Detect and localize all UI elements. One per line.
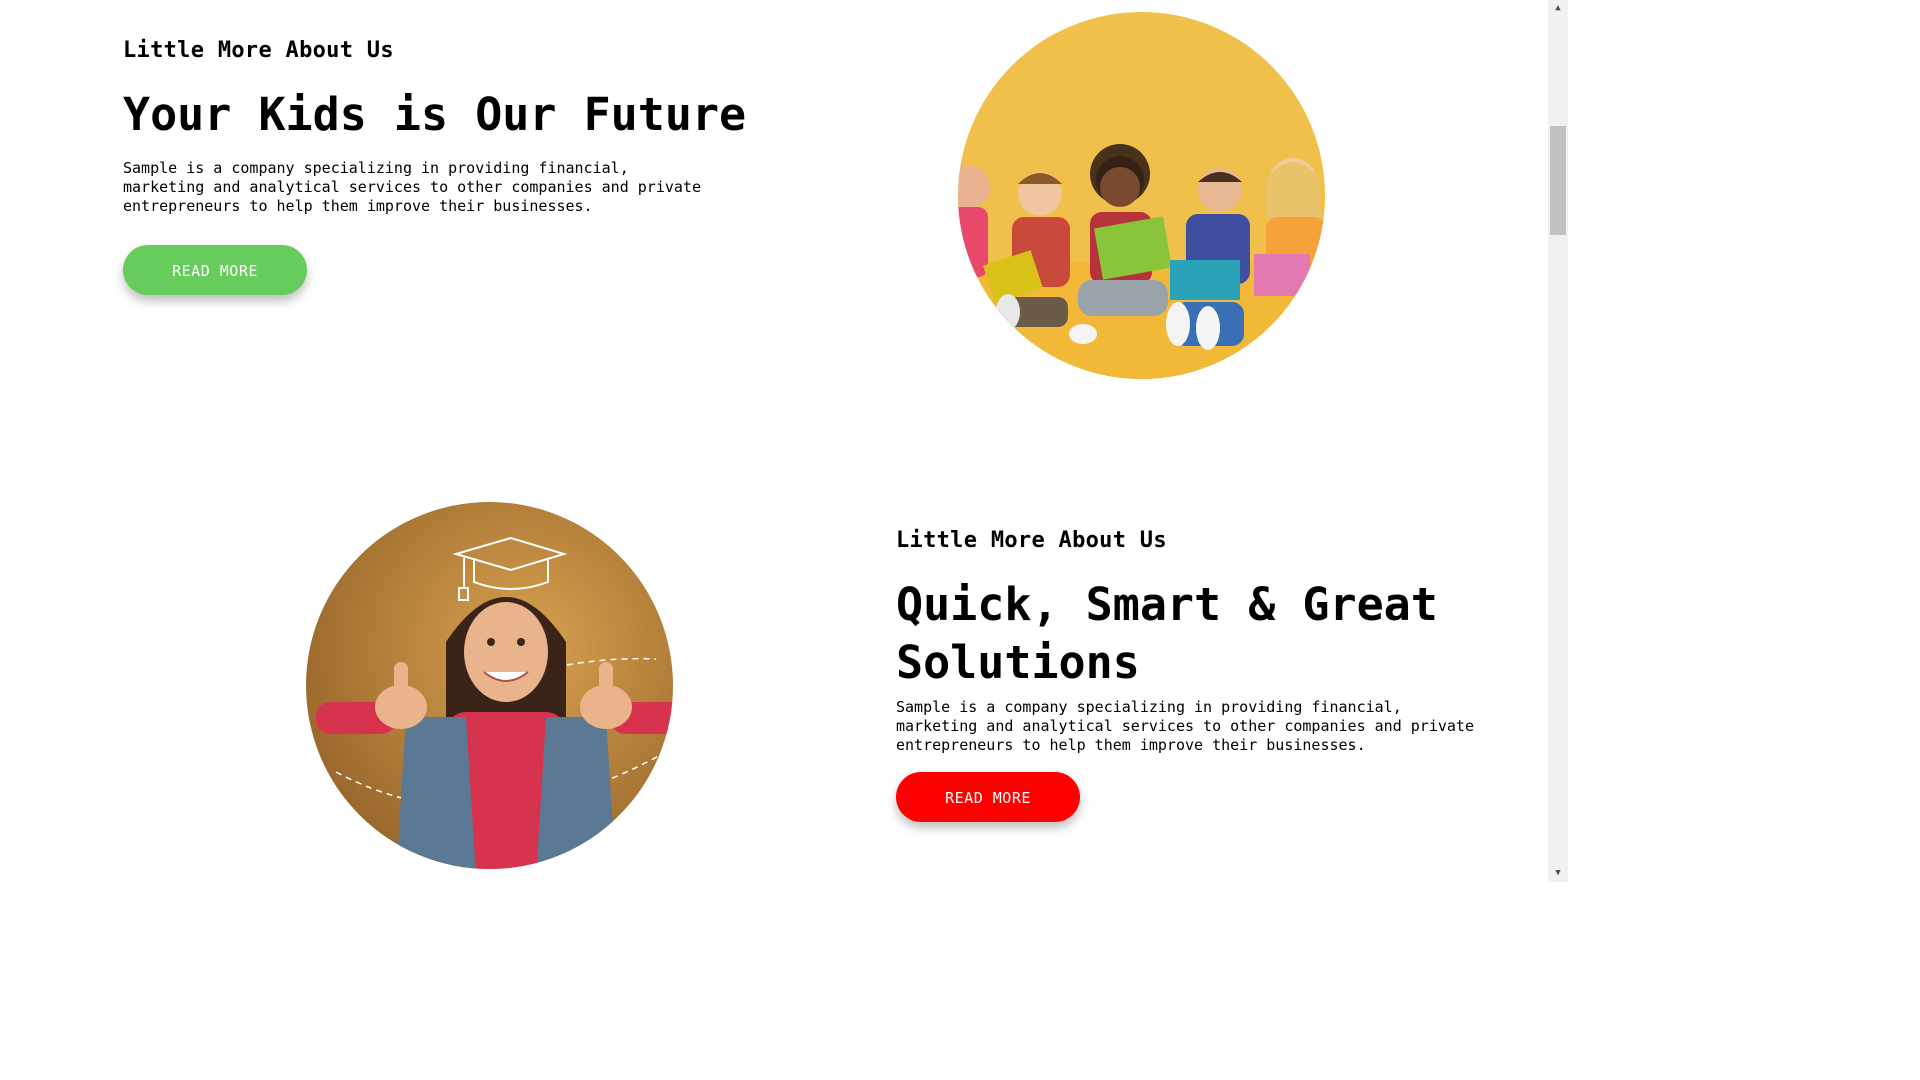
section-heading-line1: Quick, Smart & Great	[896, 578, 1438, 631]
about-section-kids: Little More About Us Your Kids is Our Fu…	[0, 0, 1548, 420]
scroll-down-icon[interactable]: ▼	[1548, 865, 1568, 882]
read-more-button[interactable]: READ MORE	[123, 245, 307, 295]
section-eyebrow: Little More About Us	[896, 528, 1167, 553]
about-section-solutions: Little More About Us Quick, Smart & Grea…	[0, 470, 1548, 882]
section-description: Sample is a company specializing in prov…	[123, 159, 701, 215]
section-heading-line2: Solutions	[896, 636, 1140, 689]
kids-reading-image	[958, 12, 1325, 379]
vertical-scrollbar[interactable]: ▲ ▼	[1548, 0, 1568, 882]
section-heading: Your Kids is Our Future	[123, 88, 747, 141]
page: Little More About Us Your Kids is Our Fu…	[0, 0, 1548, 882]
section-description: Sample is a company specializing in prov…	[896, 698, 1474, 754]
section-eyebrow: Little More About Us	[123, 38, 394, 63]
section-heading: Quick, Smart & Great Solutions	[896, 576, 1438, 692]
read-more-button[interactable]: READ MORE	[896, 772, 1080, 822]
scrollbar-thumb[interactable]	[1550, 126, 1566, 235]
scroll-up-icon[interactable]: ▲	[1548, 0, 1568, 17]
girl-thumbs-up-image	[306, 502, 673, 869]
